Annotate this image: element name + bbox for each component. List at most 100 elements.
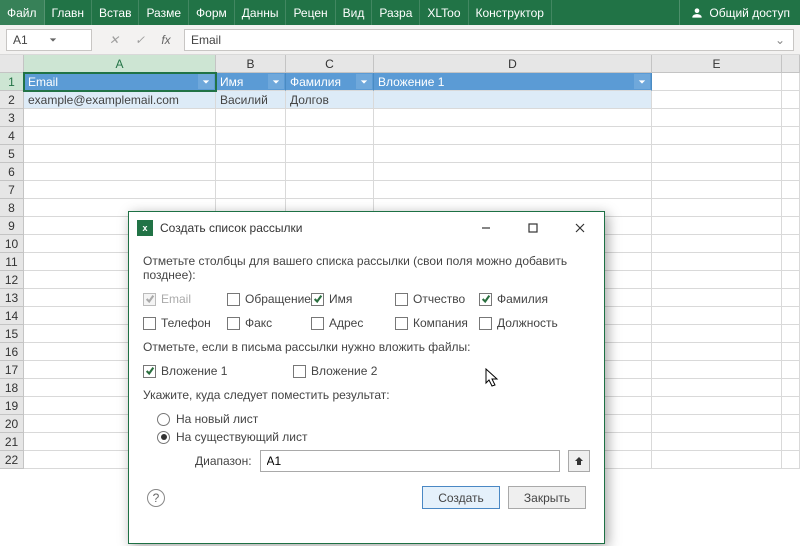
row-header[interactable]: 12 <box>0 271 24 289</box>
row-header[interactable]: 14 <box>0 307 24 325</box>
col-header[interactable]: A <box>24 55 216 73</box>
col-header[interactable]: D <box>374 55 652 73</box>
tab-insert[interactable]: Встав <box>92 0 139 25</box>
maximize-button[interactable] <box>513 214 553 242</box>
cell[interactable] <box>216 109 286 127</box>
checkbox-firstname[interactable]: Имя <box>311 292 395 306</box>
row-header[interactable]: 21 <box>0 433 24 451</box>
radio-new-sheet[interactable]: На новый лист <box>157 412 590 426</box>
filter-dropdown-icon[interactable] <box>356 74 372 89</box>
cell[interactable] <box>652 361 782 379</box>
cell[interactable]: Василий <box>216 91 286 109</box>
row-header[interactable]: 8 <box>0 199 24 217</box>
checkbox-lastname[interactable]: Фамилия <box>479 292 563 306</box>
cell[interactable] <box>782 433 800 451</box>
cell[interactable]: Фамилия <box>286 73 374 91</box>
cell[interactable] <box>652 181 782 199</box>
cell[interactable] <box>652 307 782 325</box>
cell[interactable] <box>216 145 286 163</box>
row-header[interactable]: 2 <box>0 91 24 109</box>
tab-developer[interactable]: Разра <box>372 0 420 25</box>
col-header[interactable]: C <box>286 55 374 73</box>
range-picker-button[interactable] <box>568 450 590 472</box>
col-header[interactable]: B <box>216 55 286 73</box>
cell[interactable] <box>374 181 652 199</box>
minimize-button[interactable] <box>466 214 506 242</box>
checkbox-phone[interactable]: Телефон <box>143 316 227 330</box>
cell[interactable] <box>782 415 800 433</box>
cell[interactable] <box>24 181 216 199</box>
row-header[interactable]: 7 <box>0 181 24 199</box>
cell[interactable]: Вложение 1 <box>374 73 652 91</box>
row-header[interactable]: 1 <box>0 73 24 91</box>
checkbox-attachment1[interactable]: Вложение 1 <box>143 364 293 378</box>
cell[interactable] <box>782 253 800 271</box>
cell[interactable] <box>286 145 374 163</box>
expand-formula-icon[interactable]: ⌄ <box>773 33 787 47</box>
col-header[interactable] <box>782 55 800 73</box>
cell[interactable] <box>24 109 216 127</box>
row-header[interactable]: 6 <box>0 163 24 181</box>
tab-xltools[interactable]: XLToo <box>420 0 468 25</box>
filter-dropdown-icon[interactable] <box>198 74 214 89</box>
cell[interactable] <box>652 271 782 289</box>
cell[interactable] <box>782 217 800 235</box>
cell[interactable] <box>216 163 286 181</box>
cell[interactable] <box>782 199 800 217</box>
row-header[interactable]: 16 <box>0 343 24 361</box>
filter-dropdown-icon[interactable] <box>634 74 650 89</box>
enter-icon[interactable]: ✓ <box>128 29 152 51</box>
cell[interactable] <box>286 127 374 145</box>
filter-dropdown-icon[interactable] <box>268 74 284 89</box>
cell[interactable] <box>782 379 800 397</box>
row-header[interactable]: 18 <box>0 379 24 397</box>
cell[interactable] <box>782 451 800 469</box>
tab-design[interactable]: Конструктор <box>469 0 552 25</box>
name-box[interactable]: A1 <box>6 29 92 51</box>
cell[interactable] <box>652 163 782 181</box>
tab-file[interactable]: Файл <box>0 0 45 25</box>
cell[interactable]: Долгов <box>286 91 374 109</box>
row-header[interactable]: 20 <box>0 415 24 433</box>
range-input[interactable] <box>260 450 560 472</box>
cell[interactable] <box>652 217 782 235</box>
cell[interactable] <box>782 109 800 127</box>
cell[interactable] <box>782 361 800 379</box>
tab-view[interactable]: Вид <box>336 0 373 25</box>
cell[interactable] <box>782 145 800 163</box>
checkbox-middlename[interactable]: Отчество <box>395 292 479 306</box>
cell[interactable] <box>374 91 652 109</box>
row-header[interactable]: 10 <box>0 235 24 253</box>
row-header[interactable]: 22 <box>0 451 24 469</box>
select-all-corner[interactable] <box>0 55 24 73</box>
cell[interactable] <box>652 235 782 253</box>
tab-data[interactable]: Данны <box>235 0 287 25</box>
cell[interactable] <box>374 163 652 181</box>
cell[interactable] <box>652 253 782 271</box>
cell[interactable] <box>782 73 800 91</box>
row-header[interactable]: 4 <box>0 127 24 145</box>
cell[interactable] <box>652 127 782 145</box>
create-button[interactable]: Создать <box>422 486 500 509</box>
cell[interactable] <box>782 127 800 145</box>
checkbox-address[interactable]: Адрес <box>311 316 395 330</box>
checkbox-attachment2[interactable]: Вложение 2 <box>293 364 443 378</box>
checkbox-fax[interactable]: Факс <box>227 316 311 330</box>
cell[interactable] <box>286 181 374 199</box>
cell[interactable] <box>24 127 216 145</box>
cell[interactable] <box>652 379 782 397</box>
tab-review[interactable]: Рецен <box>286 0 335 25</box>
dialog-titlebar[interactable]: x Создать список рассылки <box>129 212 604 244</box>
cell[interactable] <box>782 271 800 289</box>
row-header[interactable]: 3 <box>0 109 24 127</box>
radio-existing-sheet[interactable]: На существующий лист <box>157 430 590 444</box>
dialog-close-button[interactable]: Закрыть <box>508 486 586 509</box>
cell[interactable] <box>652 325 782 343</box>
cell[interactable] <box>782 181 800 199</box>
row-header[interactable]: 19 <box>0 397 24 415</box>
cell[interactable] <box>782 343 800 361</box>
share-button[interactable]: Общий доступ <box>679 0 800 25</box>
cell[interactable] <box>286 109 374 127</box>
close-button[interactable] <box>560 214 600 242</box>
cell[interactable]: Имя <box>216 73 286 91</box>
